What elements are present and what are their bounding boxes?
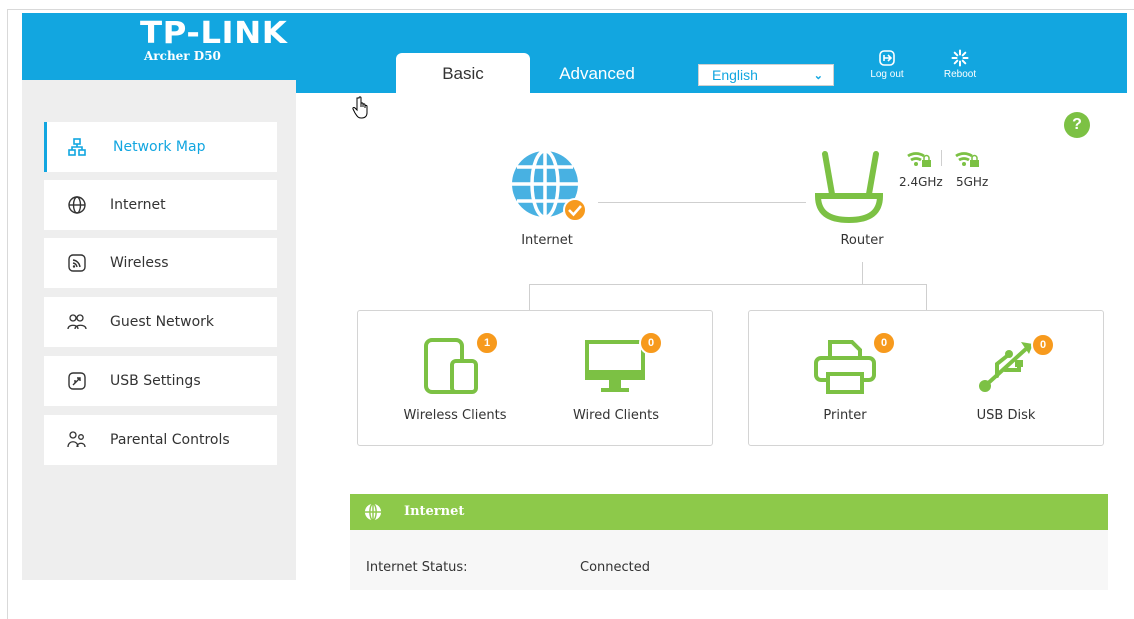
wired-clients-count: 0 <box>639 331 663 355</box>
internet-status-value: Connected <box>580 560 651 575</box>
sidebar-item-internet[interactable]: Internet <box>44 180 277 230</box>
usb-disk-count: 0 <box>1031 333 1055 357</box>
sidebar: Network Map Internet Wireless Guest Netw… <box>22 80 296 580</box>
wireless-clients-label: Wireless Clients <box>403 408 507 423</box>
internet-panel-body: Internet Status: Connected <box>350 530 1108 590</box>
logout-icon <box>879 50 895 66</box>
internet-panel-header[interactable]: Internet <box>350 494 1108 530</box>
sidebar-item-label: Guest Network <box>110 314 215 330</box>
sidebar-item-parental-controls[interactable]: Parental Controls <box>44 415 277 465</box>
connector-line <box>862 262 863 284</box>
wifi-5ghz-status[interactable] <box>946 148 982 172</box>
sidebar-item-network-map[interactable]: Network Map <box>44 122 277 172</box>
internet-status-label: Internet Status: <box>366 560 468 575</box>
connector-line <box>598 202 806 203</box>
tab-advanced[interactable]: Advanced <box>530 53 664 93</box>
hand-cursor-icon <box>350 96 370 124</box>
wireless-clients-count: 1 <box>475 331 499 355</box>
band-divider <box>941 150 942 166</box>
sidebar-item-usb-settings[interactable]: USB Settings <box>44 356 277 406</box>
chevron-down-icon: ⌄ <box>813 70 823 82</box>
internet-node[interactable] <box>505 149 587 225</box>
usb-icon <box>979 342 1033 392</box>
sidebar-item-label: Parental Controls <box>110 432 230 448</box>
logout-button[interactable]: Log out <box>862 49 912 80</box>
language-select[interactable]: English ⌄ <box>698 64 834 86</box>
help-button[interactable]: ? <box>1064 112 1090 138</box>
globe-icon <box>364 503 382 521</box>
router-node-label: Router <box>840 233 884 248</box>
sidebar-item-label: Network Map <box>113 139 206 155</box>
printer-icon <box>814 340 876 394</box>
internet-node-label: Internet <box>521 233 573 248</box>
router-icon <box>814 151 884 224</box>
network-map-icon <box>68 138 86 156</box>
usb-settings-icon <box>68 372 86 390</box>
brand-logo: TP-LINK <box>140 16 288 51</box>
tab-basic[interactable]: Basic <box>396 53 530 93</box>
sidebar-item-label: Wireless <box>110 255 169 271</box>
brand: TP-LINK Archer D50 <box>140 17 287 64</box>
printer-count: 0 <box>872 331 896 355</box>
wifi-lock-icon <box>955 152 979 167</box>
connector-line <box>529 284 530 310</box>
globe-icon <box>512 149 587 222</box>
sidebar-item-guest-network[interactable]: Guest Network <box>44 297 277 347</box>
wired-clients-label: Wired Clients <box>572 408 660 423</box>
wifi-lock-icon <box>907 152 931 167</box>
router-node[interactable] <box>814 150 884 225</box>
usb-disk-label: USB Disk <box>976 408 1036 423</box>
guest-network-icon <box>67 314 87 330</box>
band-5ghz-label: 5GHz <box>956 175 989 189</box>
printer-label: Printer <box>823 408 867 423</box>
wifi-24ghz-status[interactable] <box>898 148 934 172</box>
wireless-icon <box>68 254 86 272</box>
model-name: Archer D50 <box>144 49 221 63</box>
reboot-label: Reboot <box>943 69 977 80</box>
band-24ghz-label: 2.4GHz <box>899 175 943 189</box>
reboot-icon <box>951 49 969 67</box>
sidebar-item-label: Internet <box>110 197 166 213</box>
language-selected: English <box>712 67 758 83</box>
connector-line <box>529 284 927 285</box>
parental-controls-icon <box>67 431 86 448</box>
internet-panel-title: Internet <box>404 504 465 519</box>
reboot-button[interactable]: Reboot <box>935 49 985 80</box>
globe-icon <box>68 196 86 214</box>
logout-label: Log out <box>870 69 904 80</box>
sidebar-item-wireless[interactable]: Wireless <box>44 238 277 288</box>
connector-line <box>926 284 927 310</box>
sidebar-item-label: USB Settings <box>110 373 201 389</box>
